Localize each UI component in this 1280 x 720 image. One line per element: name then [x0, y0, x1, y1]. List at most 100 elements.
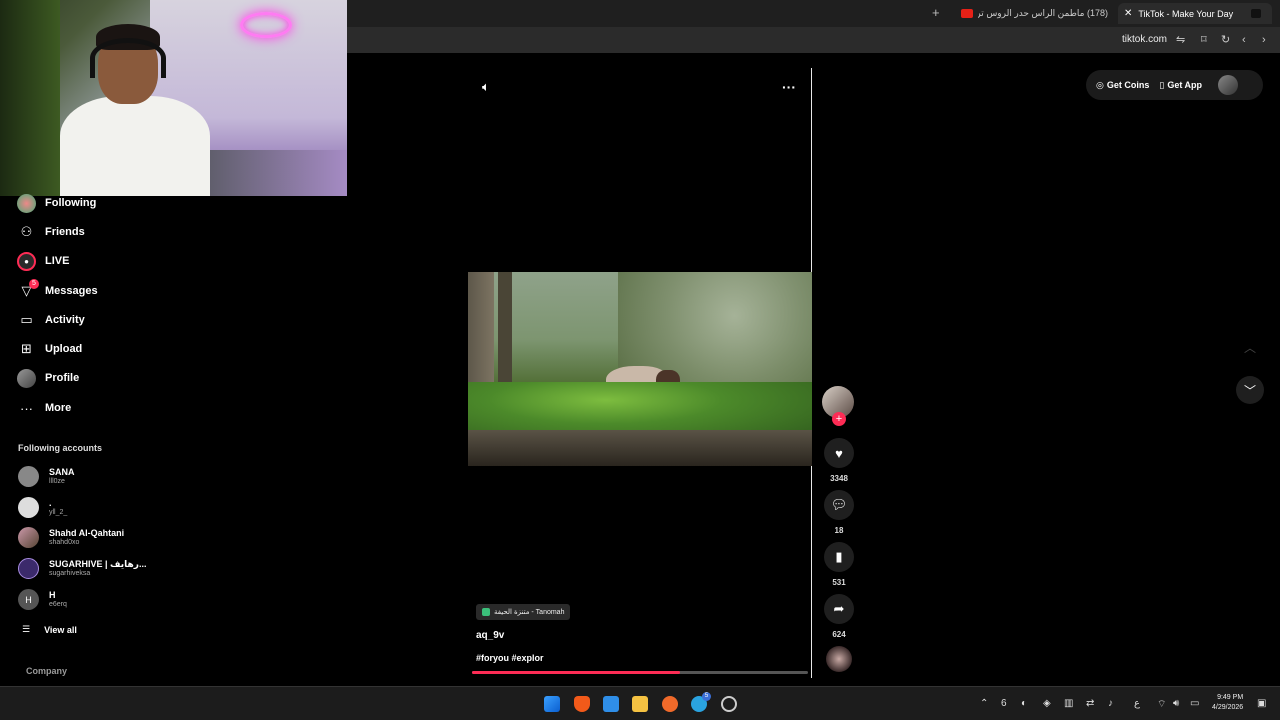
sidebar-item-live[interactable]: ● LIVE — [17, 251, 69, 271]
volume-icon[interactable]: 🔊︎ — [1173, 698, 1179, 709]
tray-app-icon[interactable]: ◈ — [1043, 698, 1051, 709]
video-player[interactable]: 🔈︎ ··· متنزة الحيفة - Tanomah aq_9v #for… — [468, 68, 812, 678]
tray-number[interactable]: 6 — [1001, 698, 1007, 709]
chevron-up-icon: ︿ — [1243, 340, 1256, 355]
avatar — [18, 527, 39, 548]
reload-icon[interactable]: ↻ — [1221, 34, 1230, 46]
music-disc-icon[interactable] — [826, 646, 852, 672]
account-name: . — [49, 498, 52, 508]
sidebar-item-messages[interactable]: ▽ 5 Messages — [17, 278, 98, 301]
header-actions: ◎ Get Coins ▯ Get App — [1086, 70, 1263, 100]
webcam-curtain — [0, 0, 60, 196]
account-item[interactable]: SUGARHIVE | رهايف... sugarhiveksa — [18, 558, 146, 579]
brave-browser-icon[interactable] — [574, 696, 590, 712]
taskbar-clock[interactable]: 9:49 PM 4/29/2026 — [1212, 693, 1243, 713]
user-avatar[interactable] — [1218, 75, 1238, 95]
account-handle: lll0ze — [49, 478, 65, 485]
sidebar-item-label: Friends — [45, 226, 85, 238]
share-button[interactable]: ➦ — [824, 594, 854, 624]
notifications-icon[interactable]: ▣ — [1257, 698, 1266, 709]
clock-time: 9:49 PM — [1217, 694, 1244, 701]
sidebar-item-profile[interactable]: Profile — [17, 368, 79, 388]
close-tab-icon[interactable]: ✕ — [1124, 8, 1132, 19]
sidebar-item-label: More — [45, 402, 72, 414]
sidebar-item-label: Activity — [45, 314, 85, 326]
phone-icon: ▯ — [1159, 79, 1165, 90]
account-name: Shahd Al-Qahtani — [49, 528, 125, 538]
messages-badge: 5 — [29, 278, 39, 289]
sidebar-item-more[interactable]: ··· More — [17, 398, 71, 418]
more-options-icon[interactable]: ··· — [782, 79, 796, 95]
sidebar-item-label: Following — [45, 197, 97, 209]
wifi-icon[interactable]: ⌔ — [1157, 698, 1166, 711]
account-item[interactable]: . yll_2_ — [18, 497, 67, 518]
account-name: H — [49, 590, 56, 600]
sidebar-item-activity[interactable]: ▭ Activity — [17, 310, 85, 330]
language-indicator[interactable]: ع — [1134, 698, 1140, 709]
video-progress-bar[interactable] — [472, 671, 808, 674]
sidebar-item-friends[interactable]: ⚇ Friends — [17, 222, 85, 242]
tray-app-icon[interactable]: ▥ — [1064, 698, 1073, 709]
next-video-button[interactable]: ﹀ — [1236, 376, 1264, 404]
webcam-person-shirt — [60, 96, 210, 196]
video-hashtags[interactable]: #foryou #explor — [476, 653, 544, 663]
tab-tiktok[interactable]: ✕ TikTok - Make Your Day — [1118, 3, 1272, 24]
sidebar: Following ⚇ Friends ● LIVE ▽ 5 Messages ▭… — [0, 193, 150, 686]
sidebar-item-upload[interactable]: ⊞ Upload — [17, 339, 82, 359]
account-name: SUGARHIVE | رهايف... — [49, 559, 147, 569]
tray-app-icon[interactable]: ⇄ — [1086, 698, 1094, 709]
bookmark-icon[interactable]: ⌑ — [1201, 34, 1207, 46]
activity-icon: ▭ — [20, 312, 33, 327]
tab-youtube[interactable]: (178) ماطمن الراس حدر الروس ترعل ... — [956, 3, 1114, 24]
comment-button[interactable]: 💬︎ — [824, 490, 854, 520]
get-coins-button[interactable]: ◎ Get Coins — [1096, 80, 1149, 91]
sound-chip[interactable]: متنزة الحيفة - Tanomah — [476, 604, 571, 620]
site-settings-icon[interactable]: ⇋ — [1176, 34, 1185, 46]
following-accounts-title: Following accounts — [18, 443, 103, 453]
tray-app-icon[interactable]: ◐ — [1021, 698, 1027, 709]
sidebar-item-label: Upload — [45, 343, 83, 355]
more-icon: ··· — [20, 400, 33, 416]
windows-start-icon[interactable] — [544, 696, 560, 712]
save-button[interactable]: ▮ — [824, 542, 854, 572]
battery-icon[interactable]: ▭ — [1190, 698, 1199, 709]
like-button[interactable]: ♥ — [824, 438, 854, 468]
sidebar-item-label: LIVE — [45, 255, 70, 267]
clock-date: 4/29/2026 — [1212, 704, 1244, 711]
tray-chevron-icon[interactable]: ⌃ — [980, 698, 988, 709]
sidebar-item-label: Messages — [45, 285, 98, 297]
list-icon: ☰ — [22, 624, 31, 634]
webcam-overlay — [0, 0, 347, 196]
previous-video-button[interactable]: ︿ — [1236, 333, 1264, 361]
account-item[interactable]: SANA lll0ze — [18, 466, 75, 487]
follow-plus-icon[interactable]: + — [832, 412, 846, 426]
webcam-desk — [200, 150, 347, 196]
new-tab-button[interactable]: + — [932, 5, 940, 20]
app-icon[interactable] — [662, 696, 678, 712]
avatar — [18, 466, 39, 487]
windows-taskbar: 5 ⌃ 6 ◐ ◈ ▥ ⇄ ♪ ع ⌔ 🔊︎ ▭ 9:49 PM 4/29/20… — [0, 686, 1280, 720]
back-icon[interactable]: ‹ — [1242, 34, 1246, 46]
youtube-icon — [961, 9, 973, 18]
telegram-icon[interactable]: 5 — [691, 692, 711, 712]
sidebar-item-following[interactable]: Following — [17, 193, 96, 213]
volume-icon[interactable]: 🔈︎ — [482, 79, 490, 95]
url-text[interactable]: tiktok.com — [1122, 34, 1167, 45]
account-item[interactable]: H He6erq — [18, 589, 67, 610]
company-link[interactable]: Company — [26, 666, 67, 676]
heart-icon: ♥ — [835, 445, 843, 461]
view-all-button[interactable]: ☰ View all — [22, 624, 77, 635]
obs-icon[interactable] — [721, 696, 737, 712]
account-item[interactable]: Shahd Al-Qahtani shahd0xo — [18, 527, 124, 548]
file-explorer-icon[interactable] — [632, 696, 648, 712]
microphone-icon[interactable]: ♪ — [1108, 698, 1113, 709]
coin-icon: ◎ — [1096, 79, 1104, 90]
share-icon: ➦ — [833, 601, 845, 616]
telegram-badge: 5 — [702, 692, 711, 701]
sidebar-item-label: Profile — [45, 372, 80, 384]
forward-icon[interactable]: › — [1262, 34, 1266, 46]
live-icon: ● — [17, 251, 36, 271]
vscode-icon[interactable] — [603, 696, 619, 712]
video-author[interactable]: aq_9v — [476, 630, 504, 641]
get-app-button[interactable]: ▯ Get App — [1159, 80, 1202, 91]
